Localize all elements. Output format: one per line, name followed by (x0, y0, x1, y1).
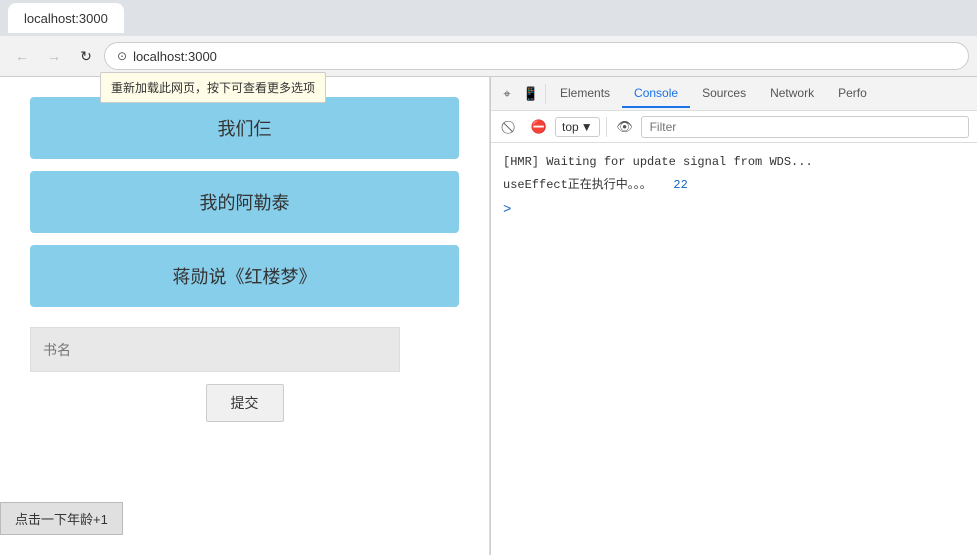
browser-chrome: localhost:3000 ← → ↻ ⊙ localhost:3000 重新… (0, 0, 977, 77)
forward-button[interactable]: → (40, 42, 68, 70)
cursor-icon: ⌖ (503, 86, 510, 102)
tab-separator (545, 84, 546, 104)
eye-icon: 👁 (616, 119, 633, 135)
book2-button[interactable]: 我的阿勒泰 (30, 171, 459, 233)
console-line-1: [HMR] Waiting for update signal from WDS… (503, 151, 965, 174)
tab-label: localhost:3000 (24, 11, 108, 26)
context-selector[interactable]: top ▼ (555, 117, 600, 137)
tab-performance[interactable]: Perfo (826, 80, 879, 108)
book1-button[interactable]: 我们仨 (30, 97, 459, 159)
reload-button[interactable]: ↻ (72, 42, 100, 70)
tab-sources[interactable]: Sources (690, 80, 758, 108)
book-name-input[interactable] (30, 327, 400, 372)
lock-icon: ⊙ (117, 49, 127, 63)
console-prompt-line[interactable]: > (503, 197, 965, 223)
forward-icon: → (47, 48, 61, 64)
devtools-panel: ⌖ 📱 Elements Console Sources Network Per… (490, 77, 977, 555)
toolbar-separator (606, 117, 607, 137)
reload-icon: ↻ (80, 48, 92, 65)
console-prompt-icon: > (503, 202, 511, 218)
console-line-2: useEffect正在执行中。。。 22 (503, 174, 965, 197)
back-icon: ← (15, 48, 29, 64)
dropdown-arrow-icon: ▼ (581, 120, 593, 134)
url-text: localhost:3000 (133, 49, 217, 64)
no-entry-button[interactable]: ⛔ (527, 115, 551, 139)
console-filter-input[interactable] (641, 116, 969, 138)
submit-button[interactable]: 提交 (206, 384, 284, 422)
console-output: [HMR] Waiting for update signal from WDS… (491, 143, 977, 555)
console-toolbar: ⃠ ⛔ top ▼ 👁 (491, 111, 977, 143)
browser-tab[interactable]: localhost:3000 (8, 3, 124, 33)
tab-network[interactable]: Network (758, 80, 826, 108)
context-label: top (562, 120, 579, 134)
clear-console-button[interactable]: ⃠ (499, 115, 523, 139)
main-area: 我们仨 我的阿勒泰 蒋勋说《红楼梦》 提交 点击一下年龄+1 ⌖ 📱 Eleme… (0, 77, 977, 555)
book3-button[interactable]: 蒋勋说《红楼梦》 (30, 245, 459, 307)
age-increment-button[interactable]: 点击一下年龄+1 (0, 502, 123, 535)
device-toggle-button[interactable]: 📱 (519, 82, 543, 106)
tab-bar: localhost:3000 (0, 0, 977, 36)
input-section: 提交 (30, 327, 459, 422)
tab-console[interactable]: Console (622, 80, 690, 108)
reload-tooltip: 重新加载此网页，按下可查看更多选项 (100, 72, 326, 103)
back-button[interactable]: ← (8, 42, 36, 70)
nav-bar: ← → ↻ ⊙ localhost:3000 重新加载此网页，按下可查看更多选项 (0, 36, 977, 76)
no-entry-icon: ⛔ (531, 119, 547, 135)
inspect-element-button[interactable]: ⌖ (495, 82, 519, 106)
tab-elements[interactable]: Elements (548, 80, 622, 108)
address-bar[interactable]: ⊙ localhost:3000 (104, 42, 969, 70)
devtools-tab-bar: ⌖ 📱 Elements Console Sources Network Per… (491, 77, 977, 111)
console-number: 22 (673, 178, 687, 192)
mobile-icon: 📱 (523, 86, 539, 102)
eye-button[interactable]: 👁 (613, 115, 637, 139)
webpage: 我们仨 我的阿勒泰 蒋勋说《红楼梦》 提交 点击一下年龄+1 (0, 77, 490, 555)
